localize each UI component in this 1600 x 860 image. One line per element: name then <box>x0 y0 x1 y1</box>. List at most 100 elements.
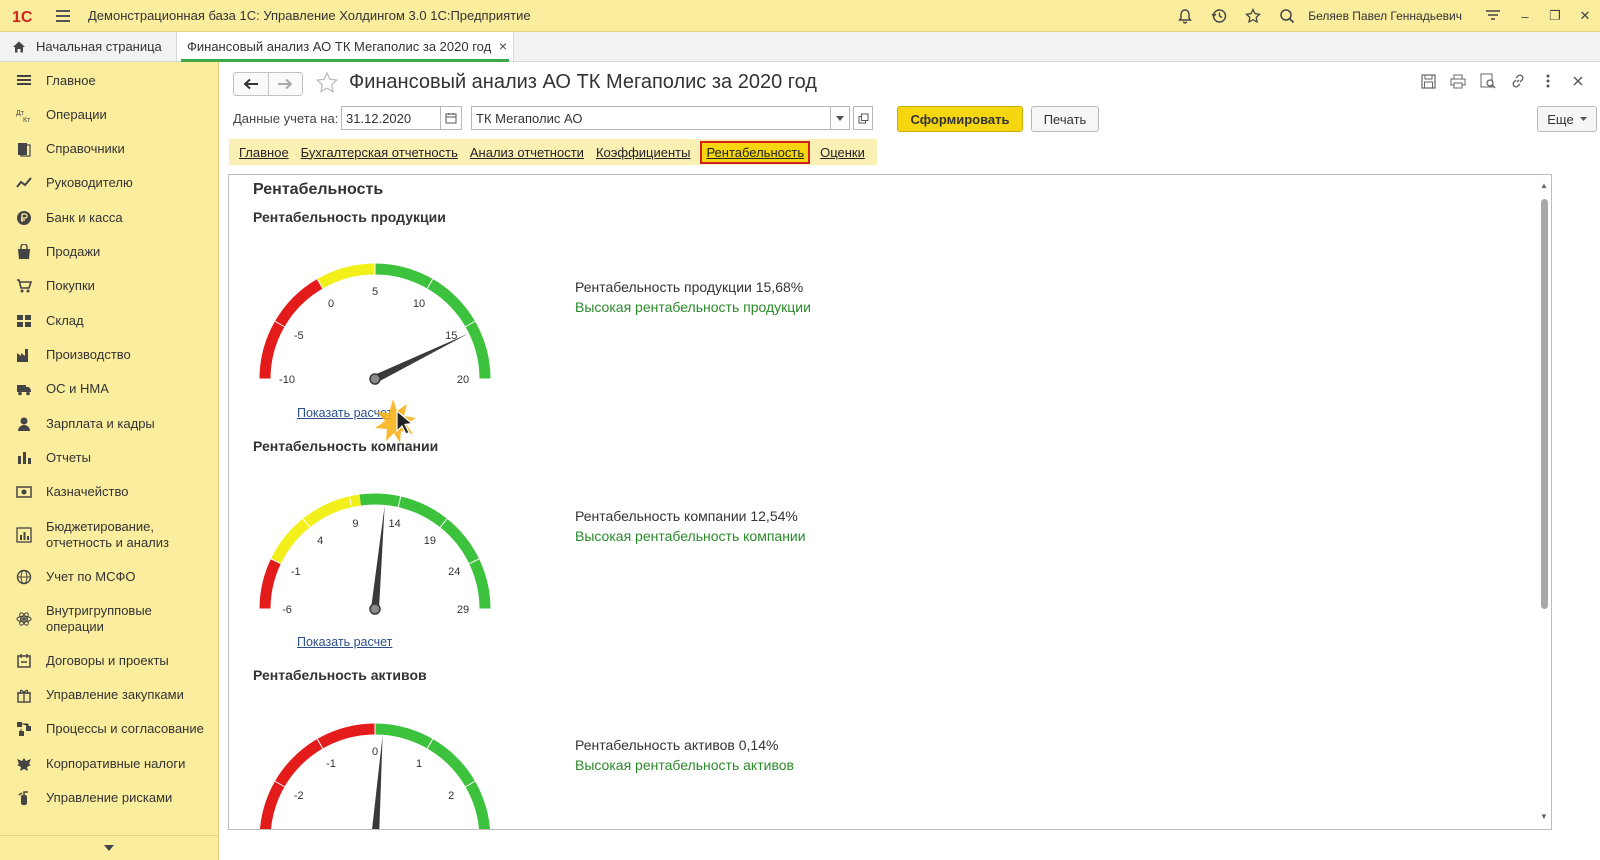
gauge-3-tick-label-5: 2 <box>448 790 454 802</box>
forward-button[interactable] <box>267 73 303 95</box>
date-input[interactable]: 31.12.2020 <box>341 106 441 130</box>
org-dropdown-icon[interactable] <box>830 106 850 130</box>
favorites-star-icon[interactable] <box>1245 8 1262 24</box>
truck-icon <box>17 385 31 396</box>
nav-buttons <box>233 72 303 96</box>
sidebar-item-20[interactable]: Корпоративные налоги <box>0 756 219 776</box>
sidebar-item-label: Склад <box>46 313 84 328</box>
gauge-2-tick-label-3: 4 <box>317 535 323 547</box>
tab-home[interactable]: Начальная страница <box>0 32 176 61</box>
sidebar-item-9[interactable]: Производство <box>0 347 219 367</box>
favorite-star-icon[interactable] <box>315 71 339 95</box>
tab-close-icon[interactable]: × <box>499 38 507 54</box>
section-tab-3[interactable]: Анализ отчетности <box>470 145 584 160</box>
org-open-icon[interactable] <box>853 106 873 130</box>
page-title: Финансовый анализ АО ТК Мегаполис за 202… <box>349 71 817 93</box>
globe-icon <box>16 569 32 585</box>
gauge-3-tick-label-1: -2 <box>294 790 304 802</box>
gauge-1-zone-1 <box>259 278 323 380</box>
sidebar-item-4[interactable]: Руководителю <box>0 175 219 195</box>
section-tab-2[interactable]: Бухгалтерская отчетность <box>301 145 458 160</box>
sidebar-item-label: Бюджетирование, отчетность и анализ <box>46 519 169 550</box>
organization-input[interactable]: ТК Мегаполис АО <box>471 106 831 130</box>
gauge-1-hub <box>369 373 381 385</box>
main-menu-icon[interactable] <box>56 9 70 22</box>
1c-logo-icon[interactable]: 1С <box>12 7 42 25</box>
gauge-2-zone-2 <box>270 494 362 564</box>
back-button[interactable] <box>234 73 268 95</box>
gauge-1-zone-2 <box>317 263 376 289</box>
gauge-3-note: Высокая рентабельность активов <box>575 757 794 773</box>
sidebar-item-7[interactable]: Покупки <box>0 278 219 298</box>
section-tab-5[interactable]: Рентабельность <box>700 140 811 164</box>
mouse-cursor-click-icon <box>375 399 416 443</box>
more-button-label: Еще <box>1547 111 1574 127</box>
show-calculation-link-2[interactable]: Показать расчет <box>297 635 392 649</box>
calendar-icon[interactable] <box>440 106 462 130</box>
sidebar-item-17[interactable]: Договоры и проекты <box>0 653 219 673</box>
settings-menu-icon[interactable] <box>1485 8 1501 24</box>
sidebar-item-18[interactable]: Управление закупками <box>0 687 219 707</box>
sidebar-item-19[interactable]: Процессы и согласование <box>0 721 219 741</box>
sidebar-item-label: Операции <box>46 107 107 122</box>
sidebar-item-16[interactable]: Внутригрупповые операции <box>0 603 219 639</box>
section-heading: Рентабельность <box>253 181 384 198</box>
more-vertical-icon[interactable] <box>1540 73 1556 89</box>
close-window-button[interactable]: ✕ <box>1570 8 1600 24</box>
gauge-assets-profitability: -2 -1 0 1 2 <box>259 723 491 829</box>
generate-button[interactable]: Сформировать <box>897 106 1023 132</box>
gauge-2-note: Высокая рентабельность компании <box>575 528 806 544</box>
sidebar-item-label: Управление рисками <box>46 790 173 805</box>
gauge-2-tick-label-4: 9 <box>352 518 358 530</box>
scrollbar-thumb[interactable] <box>1541 199 1548 609</box>
search-icon[interactable] <box>1279 8 1295 24</box>
sidebar-item-3[interactable]: Справочники <box>0 141 219 161</box>
gauge-2-zone-1 <box>259 558 281 610</box>
section-tab-4[interactable]: Коэффициенты <box>596 145 691 160</box>
print-button[interactable]: Печать <box>1031 106 1099 132</box>
vertical-scrollbar[interactable]: ▲ ▼ <box>1539 181 1549 821</box>
gauge-1-title: Рентабельность продукции <box>253 209 446 225</box>
gauge-2-tick-label-1: -6 <box>282 604 292 616</box>
sidebar-item-11[interactable]: Зарплата и кадры <box>0 416 219 436</box>
sidebar-item-10[interactable]: ОС и НМА <box>0 381 219 401</box>
gauge-2-tick-label-6: 19 <box>424 535 436 547</box>
gauge-2-needle <box>371 505 385 610</box>
bell-icon[interactable] <box>1177 8 1193 24</box>
gauge-2-hub <box>369 603 381 615</box>
restore-button[interactable]: ❐ <box>1540 8 1570 24</box>
close-form-icon[interactable] <box>1570 73 1586 89</box>
printer-icon[interactable] <box>1450 73 1466 89</box>
tab-financial-analysis[interactable]: Финансовый анализ АО ТК Мегаполис за 202… <box>176 32 514 62</box>
more-button[interactable]: Еще <box>1537 106 1597 132</box>
budget-icon <box>16 527 32 543</box>
sidebar-item-8[interactable]: Склад <box>0 313 219 333</box>
gauge-2-tick-label-7: 24 <box>448 566 460 578</box>
factory-icon <box>17 349 28 362</box>
link-icon[interactable] <box>1510 73 1526 89</box>
gauge-2-tick-label-2: -1 <box>291 566 301 578</box>
sidebar-scroll-down-icon[interactable] <box>0 835 218 860</box>
gauge-3-value: Рентабельность активов 0,14% <box>575 737 779 753</box>
gauge-2-tick-label-8: 29 <box>457 604 469 616</box>
sidebar-item-5[interactable]: Банк и касса <box>0 210 219 230</box>
sidebar-item-15[interactable]: Учет по МСФО <box>0 569 219 589</box>
chevron-down-icon <box>1579 117 1587 121</box>
section-tab-1[interactable]: Главное <box>239 145 289 160</box>
svg-text:Кт: Кт <box>23 117 31 123</box>
save-icon[interactable] <box>1420 73 1436 89</box>
sidebar-item-6[interactable]: Продажи <box>0 244 219 264</box>
sidebar-item-1[interactable]: Главное <box>0 73 219 93</box>
sidebar-item-2[interactable]: Дт Кт Операции <box>0 107 219 127</box>
preview-icon[interactable] <box>1480 73 1496 89</box>
user-name[interactable]: Беляев Павел Геннадьевич <box>1308 9 1462 23</box>
sidebar-item-13[interactable]: Казначейство <box>0 484 219 504</box>
section-tab-6[interactable]: Оценки <box>820 145 865 160</box>
gauge-1-tick-label-7: 20 <box>457 374 469 386</box>
sidebar-item-21[interactable]: Управление рисками <box>0 790 219 810</box>
sidebar-item-label: Казначейство <box>46 484 129 499</box>
sidebar-item-12[interactable]: Отчеты <box>0 450 219 470</box>
sidebar-item-14[interactable]: Бюджетирование, отчетность и анализ <box>0 519 219 555</box>
history-icon[interactable] <box>1211 8 1227 24</box>
minimize-button[interactable]: – <box>1510 9 1540 24</box>
